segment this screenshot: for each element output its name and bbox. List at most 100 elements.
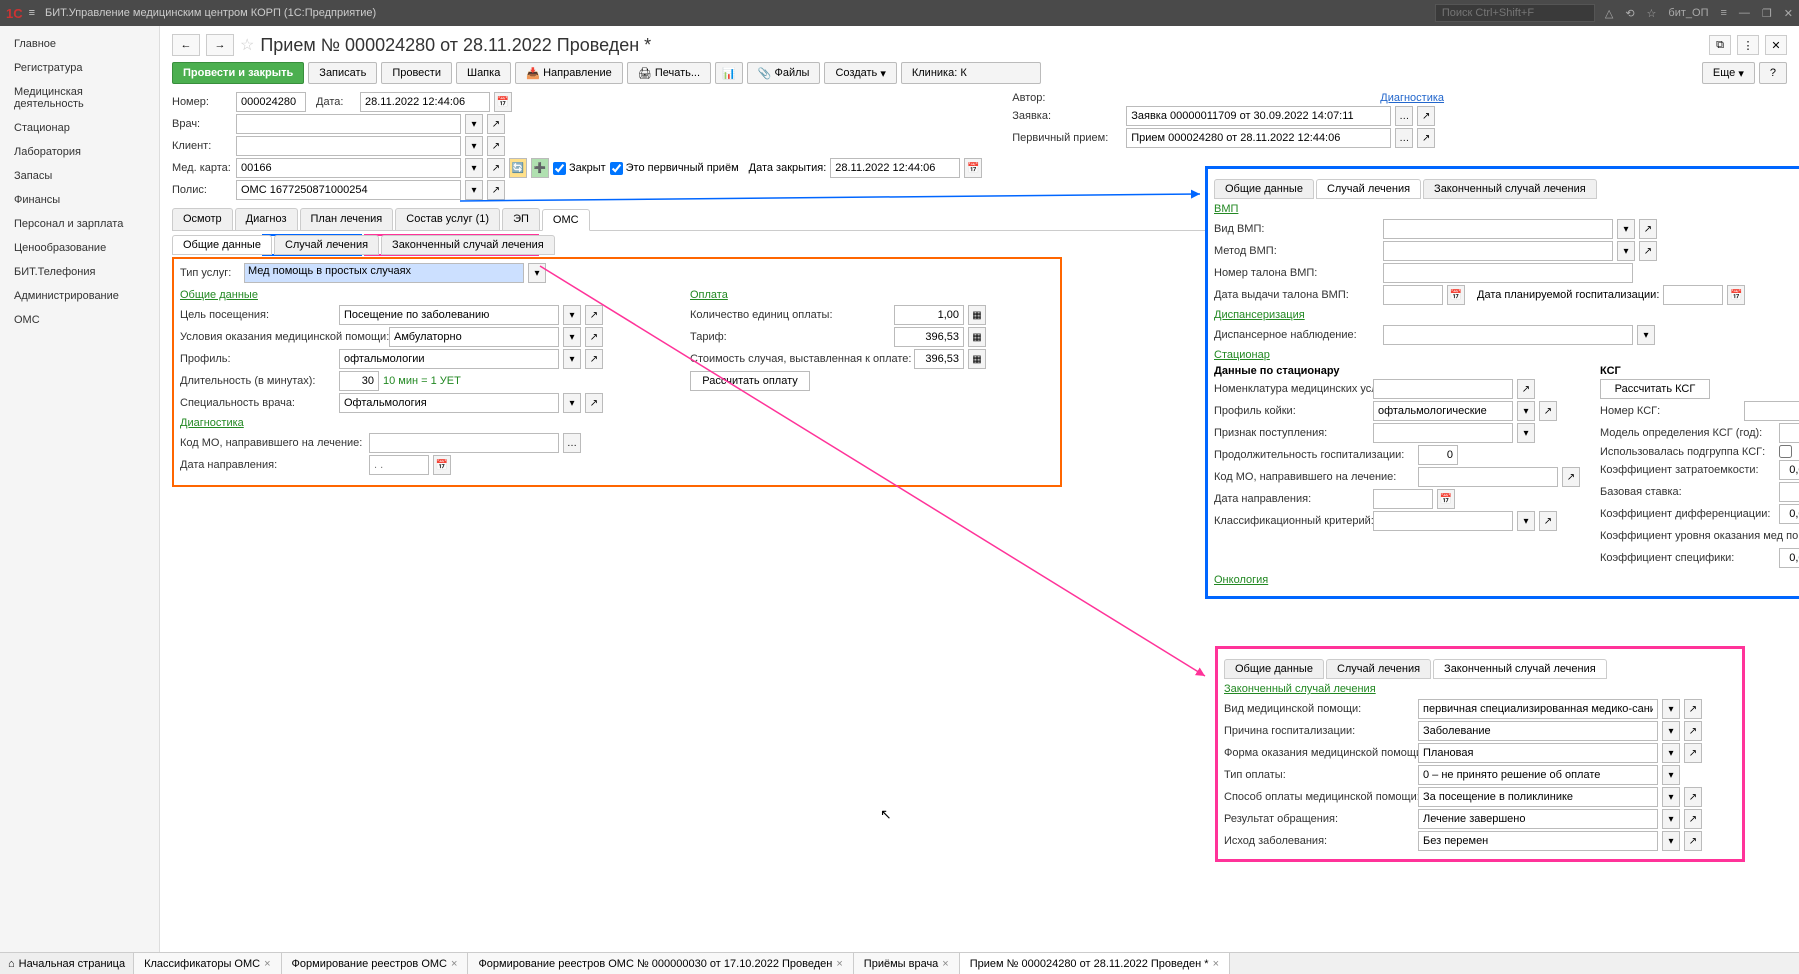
dropdown-icon[interactable]: ▾	[465, 136, 483, 156]
close-icon[interactable]: ×	[264, 958, 270, 970]
units-field[interactable]	[894, 305, 964, 325]
open-icon[interactable]: ↗	[487, 180, 505, 200]
pink-tab-case[interactable]: Случай лечения	[1326, 659, 1431, 679]
calendar-icon[interactable]: 📅	[964, 158, 982, 178]
select-icon[interactable]: …	[1395, 106, 1413, 126]
open-icon[interactable]: ↗	[1684, 743, 1702, 763]
dropdown-icon[interactable]: ▾	[1662, 787, 1680, 807]
report-icon[interactable]: 📊	[715, 62, 743, 84]
diff-koef-field[interactable]	[1779, 504, 1799, 524]
client-field[interactable]	[236, 136, 461, 156]
menu-icon[interactable]: ≡	[29, 7, 35, 19]
pay-method-field[interactable]	[1418, 787, 1658, 807]
calendar-icon[interactable]: 📅	[1447, 285, 1465, 305]
sidebar-item-reception[interactable]: Регистратура	[0, 56, 159, 80]
dropdown-icon[interactable]: ▾	[1517, 423, 1535, 443]
open-icon[interactable]: ↗	[585, 305, 603, 325]
refer-mo-field2[interactable]	[1418, 467, 1558, 487]
open-icon[interactable]: ↗	[1684, 721, 1702, 741]
pink-tab-general[interactable]: Общие данные	[1224, 659, 1324, 679]
service-type-field[interactable]: Мед помощь в простых случаях	[244, 263, 524, 283]
care-form-field[interactable]	[1418, 743, 1658, 763]
subtab-closed-case[interactable]: Законченный случай лечения	[381, 235, 555, 255]
calc-pay-button[interactable]: Рассчитать оплату	[690, 371, 810, 391]
open-icon[interactable]: ↗	[487, 158, 505, 178]
date-field[interactable]	[360, 92, 490, 112]
post-button[interactable]: Провести	[381, 62, 452, 84]
sidebar-item-oms[interactable]: ОМС	[0, 308, 159, 332]
dropdown-icon[interactable]: ▾	[563, 349, 581, 369]
dropdown-icon[interactable]: ▾	[465, 158, 483, 178]
create-button[interactable]: Создать ▾	[824, 62, 896, 84]
primary-visit-field[interactable]	[1126, 128, 1391, 148]
tab-oms[interactable]: ОМС	[542, 209, 590, 231]
header-button[interactable]: Шапка	[456, 62, 511, 84]
calendar-icon[interactable]: 📅	[433, 455, 451, 475]
specialty-field[interactable]	[339, 393, 559, 413]
refer-date-field2[interactable]	[1373, 489, 1433, 509]
tab-exam[interactable]: Осмотр	[172, 208, 233, 230]
more-button[interactable]: Еще ▾	[1702, 62, 1755, 84]
visit-goal-field[interactable]	[339, 305, 559, 325]
vmp-ticket-date-field[interactable]	[1383, 285, 1443, 305]
popout-icon[interactable]: ⧉	[1709, 35, 1731, 55]
select-icon[interactable]: …	[1395, 128, 1413, 148]
sidebar-item-medical[interactable]: Медицинская деятельность	[0, 80, 159, 116]
refer-mo-field[interactable]	[369, 433, 559, 453]
open-icon[interactable]: ↗	[487, 114, 505, 134]
tab-ep[interactable]: ЭП	[502, 208, 540, 230]
vmp-ticket-field[interactable]	[1383, 263, 1633, 283]
sidebar-item-hr[interactable]: Персонал и зарплата	[0, 212, 159, 236]
sidebar-item-telephony[interactable]: БИТ.Телефония	[0, 260, 159, 284]
open-icon[interactable]: ↗	[1684, 831, 1702, 851]
spec-koef-field[interactable]	[1779, 548, 1799, 568]
open-icon[interactable]: ↗	[1684, 787, 1702, 807]
cost-koef-field[interactable]	[1779, 460, 1799, 480]
sidebar-item-lab[interactable]: Лаборатория	[0, 140, 159, 164]
global-search-input[interactable]	[1435, 4, 1595, 22]
close-icon[interactable]: ×	[451, 958, 457, 970]
pay-type-field[interactable]	[1418, 765, 1658, 785]
sidebar-item-stationary[interactable]: Стационар	[0, 116, 159, 140]
ksg-model-field[interactable]	[1779, 423, 1799, 443]
calc-icon[interactable]: ▦	[968, 349, 986, 369]
open-icon[interactable]: ↗	[1684, 699, 1702, 719]
primary-checkbox[interactable]: Это первичный приём	[610, 162, 739, 175]
open-icon[interactable]: ↗	[487, 136, 505, 156]
post-and-close-button[interactable]: Провести и закрыть	[172, 62, 304, 84]
duration-field[interactable]	[339, 371, 379, 391]
dropdown-icon[interactable]: ▾	[563, 393, 581, 413]
dropdown-icon[interactable]: ▾	[1662, 831, 1680, 851]
add-icon[interactable]: ➕	[531, 158, 549, 178]
ksg-number-field[interactable]	[1744, 401, 1799, 421]
dropdown-icon[interactable]: ▾	[465, 180, 483, 200]
calendar-icon[interactable]: 📅	[494, 92, 512, 112]
refresh-icon[interactable]: 🔄	[509, 158, 527, 178]
policy-field[interactable]	[236, 180, 461, 200]
conditions-field[interactable]	[389, 327, 559, 347]
home-tab[interactable]: ⌂Начальная страница	[0, 953, 134, 974]
open-icon[interactable]: ↗	[1539, 511, 1557, 531]
btab-classifiers[interactable]: Классификаторы ОМС×	[134, 953, 281, 974]
restore-icon[interactable]: ❐	[1762, 7, 1772, 20]
outcome-field[interactable]	[1418, 831, 1658, 851]
minimize-icon[interactable]: —	[1739, 7, 1750, 19]
sidebar-item-main[interactable]: Главное	[0, 32, 159, 56]
profile-field[interactable]	[339, 349, 559, 369]
result-field[interactable]	[1418, 809, 1658, 829]
calendar-icon[interactable]: 📅	[1437, 489, 1455, 509]
ksg-subgroup-checkbox[interactable]	[1779, 445, 1792, 458]
calendar-icon[interactable]: 📅	[1727, 285, 1745, 305]
open-icon[interactable]: ↗	[1562, 467, 1580, 487]
dropdown-icon[interactable]: ▾	[1517, 511, 1535, 531]
open-icon[interactable]: ↗	[585, 327, 603, 347]
open-icon[interactable]: ↗	[1417, 128, 1435, 148]
closed-checkbox[interactable]: Закрыт	[553, 162, 606, 175]
close-page-icon[interactable]: ✕	[1765, 35, 1787, 55]
hosp-duration-field[interactable]	[1418, 445, 1458, 465]
close-icon[interactable]: ×	[942, 958, 948, 970]
kebab-icon[interactable]: ⋮	[1737, 35, 1759, 55]
calc-ksg-button[interactable]: Рассчитать КСГ	[1600, 379, 1710, 399]
open-icon[interactable]: ↗	[585, 349, 603, 369]
dropdown-icon[interactable]: ▾	[563, 327, 581, 347]
